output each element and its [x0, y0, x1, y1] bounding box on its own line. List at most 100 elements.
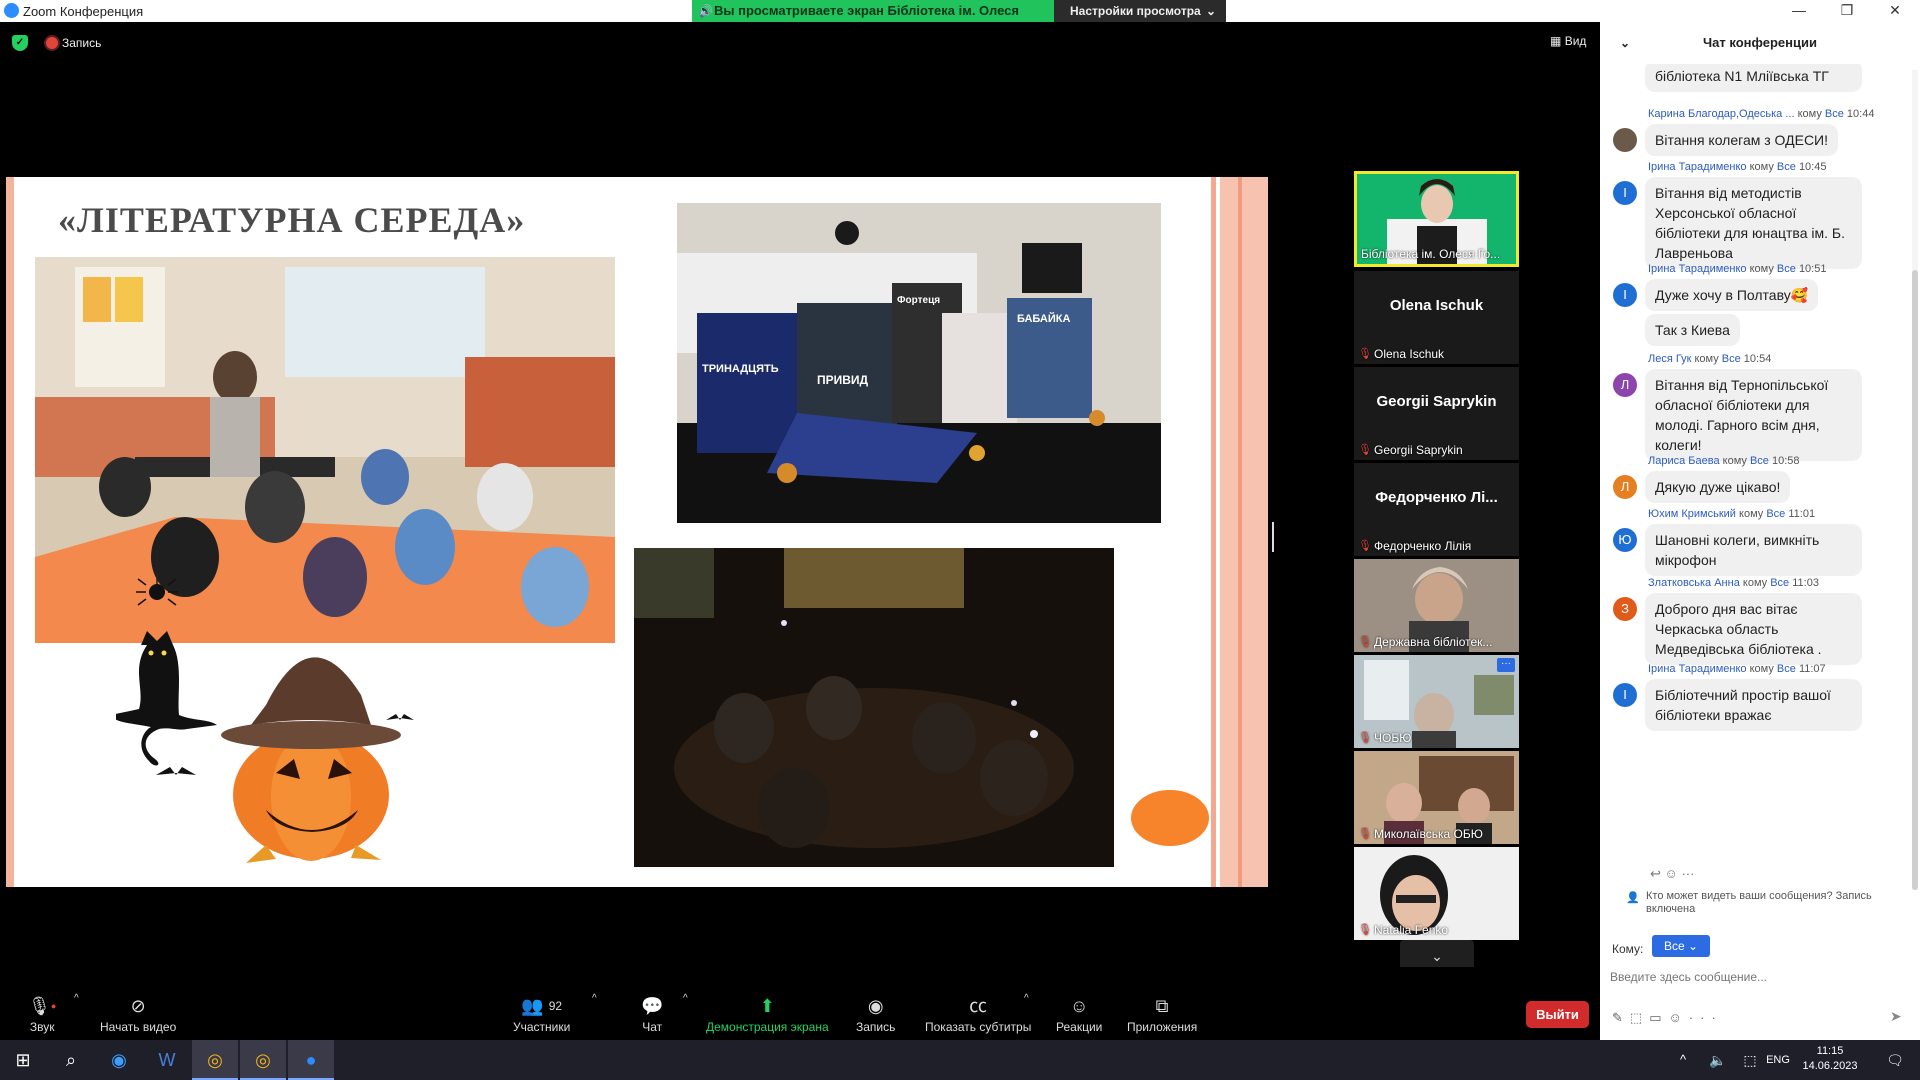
- start-icon[interactable]: ⊞: [0, 1040, 46, 1080]
- share-screen-button[interactable]: ⬆ Демонстрация экрана: [706, 995, 829, 1034]
- participants-options-caret[interactable]: ^: [592, 993, 597, 1004]
- chrome-icon[interactable]: ◎: [240, 1040, 286, 1080]
- add-reaction-icon[interactable]: ☺: [1665, 866, 1678, 881]
- close-button[interactable]: ✕: [1872, 0, 1918, 22]
- message-text: Вітання колегам з ОДЕСИ!: [1645, 124, 1839, 156]
- scrollbar-thumb[interactable]: [1912, 270, 1918, 890]
- book-cover-title: ПРИВИД: [817, 373, 869, 387]
- record-dot-icon: [46, 37, 58, 49]
- chevron-down-icon[interactable]: ⌄: [1620, 22, 1630, 64]
- to-word: кому: [1722, 455, 1747, 467]
- participant-tile[interactable]: 🎙 Natalia Fenko: [1354, 847, 1519, 940]
- participant-tile[interactable]: 🎙 Миколаївська ОБЮ: [1354, 751, 1519, 844]
- participant-tile[interactable]: ··· 🎙 ЧОБЮ: [1354, 655, 1519, 748]
- timestamp: 11:07: [1798, 663, 1826, 675]
- view-button[interactable]: ▦ Вид: [1550, 34, 1586, 48]
- mic-muted-icon: 🎙: [1358, 636, 1372, 648]
- to-word: кому: [1694, 353, 1719, 365]
- more-icon[interactable]: ···: [1681, 866, 1694, 881]
- sender-name: Лариса Баева: [1648, 455, 1720, 467]
- message-text: Так з Киева: [1645, 314, 1740, 346]
- message-meta: Леся Гук кому Все 10:54: [1648, 353, 1771, 365]
- more-options-icon[interactable]: ···: [1497, 658, 1515, 672]
- word-icon[interactable]: W: [144, 1040, 190, 1080]
- message-text: бібліотека N1 Мліївська ТГ: [1645, 64, 1862, 92]
- audio-button[interactable]: 🎙● Звук: [28, 995, 56, 1034]
- participant-label: 🎙 Миколаївська ОБЮ: [1358, 827, 1515, 841]
- message-meta: Лариса Баева кому Все 10:58: [1648, 455, 1800, 467]
- meeting-area: ✓ Запись ▦ Вид «ЛІТЕРАТУРНА СЕРЕДА» ТРИН…: [0, 22, 1600, 972]
- audio-options-caret[interactable]: ^: [74, 993, 79, 1004]
- view-label: Вид: [1564, 34, 1587, 48]
- record-button[interactable]: ◉ Запись: [856, 995, 895, 1034]
- participant-tile[interactable]: Georgii Saprykin 🎙 Georgii Saprykin: [1354, 367, 1519, 460]
- participant-label-text: Федорченко Лілія: [1374, 539, 1472, 553]
- message-meta: Златковська Анна кому Все 11:03: [1648, 577, 1819, 589]
- participant-label-text: Державна бібліотек...: [1374, 635, 1493, 649]
- apps-button[interactable]: ⧉ Приложения: [1127, 995, 1197, 1034]
- file-icon[interactable]: ▭: [1649, 1010, 1668, 1025]
- reply-icon[interactable]: ↩: [1650, 866, 1661, 881]
- chat-privacy-note[interactable]: 👤 Кто может видеть ваши сообщения? Запис…: [1626, 890, 1916, 916]
- chat-icon: 💬: [641, 996, 664, 1016]
- speaker-icon: 🔊: [698, 4, 713, 18]
- shared-screen-slide: «ЛІТЕРАТУРНА СЕРЕДА» ТРИНАДЦЯТЬ ПРИВИД Ф…: [6, 177, 1268, 887]
- captions-options-caret[interactable]: ^: [1024, 993, 1029, 1004]
- format-icon[interactable]: ✎: [1612, 1010, 1630, 1025]
- privacy-note-text: Кто может видеть ваши сообщения? Запись …: [1646, 890, 1872, 915]
- reactions-label: Реакции: [1056, 1020, 1103, 1034]
- chat-button[interactable]: 💬 Чат: [641, 995, 663, 1034]
- chat-scrollbar[interactable]: [1912, 70, 1918, 890]
- video-off-icon: ⊘: [130, 996, 146, 1016]
- participant-name: Olena Ischuk: [1389, 297, 1484, 314]
- more-icon[interactable]: ···: [1689, 1010, 1723, 1025]
- zoom-icon[interactable]: ●: [288, 1040, 334, 1080]
- screenshot-icon[interactable]: ⬚: [1630, 1010, 1649, 1025]
- edge-icon[interactable]: ◉: [96, 1040, 142, 1080]
- message-input[interactable]: [1610, 962, 1900, 992]
- splitter-handle[interactable]: [1272, 522, 1274, 552]
- participant-tile[interactable]: Федорченко Лі... 🎙 Федорченко Лілія: [1354, 463, 1519, 556]
- leave-button[interactable]: Выйти: [1526, 1001, 1589, 1028]
- start-video-button[interactable]: ⊘ Начать видео: [100, 995, 176, 1034]
- timestamp: 10:54: [1743, 353, 1772, 365]
- zoom-logo-icon: [4, 3, 19, 18]
- search-icon[interactable]: ⌕: [48, 1040, 94, 1080]
- reactions-button[interactable]: ☺ Реакции: [1056, 995, 1102, 1034]
- avatar: I: [1613, 683, 1637, 707]
- message-meta: Ірина Тарадименко кому Все 11:07: [1648, 663, 1826, 675]
- participant-tile[interactable]: Olena Ischuk 🎙 Olena Ischuk: [1354, 271, 1519, 364]
- sender-name: Карина Благодар,Одеська ...: [1648, 108, 1795, 120]
- shield-icon[interactable]: ✓: [12, 35, 28, 51]
- recipient: Все: [1776, 663, 1796, 675]
- maximize-button[interactable]: ❐: [1824, 0, 1870, 22]
- recipient: Все: [1824, 108, 1844, 120]
- emoji-icon[interactable]: ☺: [1669, 1010, 1689, 1025]
- avatar: I: [1613, 283, 1637, 307]
- message-text: Бібліотечний простір вашої бібліотеки вр…: [1645, 679, 1862, 731]
- chrome-icon[interactable]: ◎: [192, 1040, 238, 1080]
- participant-tile[interactable]: 🎙 Державна бібліотек...: [1354, 559, 1519, 652]
- clock[interactable]: 11:15 14.06.2023: [1790, 1044, 1870, 1074]
- audio-label: Звук: [29, 1020, 55, 1034]
- recipient: Все: [1770, 577, 1790, 589]
- recipient-select[interactable]: Все ⌄: [1652, 935, 1710, 957]
- minimize-button[interactable]: —: [1776, 0, 1822, 22]
- window-title: Zoom Конференция: [23, 4, 144, 19]
- captions-label: Показать субтитры: [925, 1020, 1032, 1034]
- participant-name: Федорченко Лі...: [1375, 489, 1498, 506]
- participants-button[interactable]: 👥 92 Участники: [513, 995, 570, 1034]
- participants-label: Участники: [513, 1020, 571, 1034]
- participant-tile-active-speaker[interactable]: Бібліотека ім. Олеся Го...: [1354, 171, 1519, 267]
- chat-options-caret[interactable]: ^: [683, 993, 688, 1004]
- send-icon[interactable]: ➤: [1890, 1008, 1902, 1025]
- clock-date: 14.06.2023: [1802, 1060, 1858, 1072]
- view-options-dropdown[interactable]: Настройки просмотра ⌄: [1054, 0, 1226, 22]
- timestamp: 10:58: [1771, 455, 1800, 467]
- photo-dark-reading-room: [634, 548, 1114, 867]
- mic-muted-icon: 🎙●: [28, 996, 57, 1016]
- to-word: кому: [1749, 663, 1774, 675]
- recording-indicator[interactable]: Запись: [44, 33, 101, 53]
- notifications-icon[interactable]: 🗨: [1872, 1040, 1918, 1080]
- captions-button[interactable]: ㏄ Показать субтитры: [925, 995, 1031, 1034]
